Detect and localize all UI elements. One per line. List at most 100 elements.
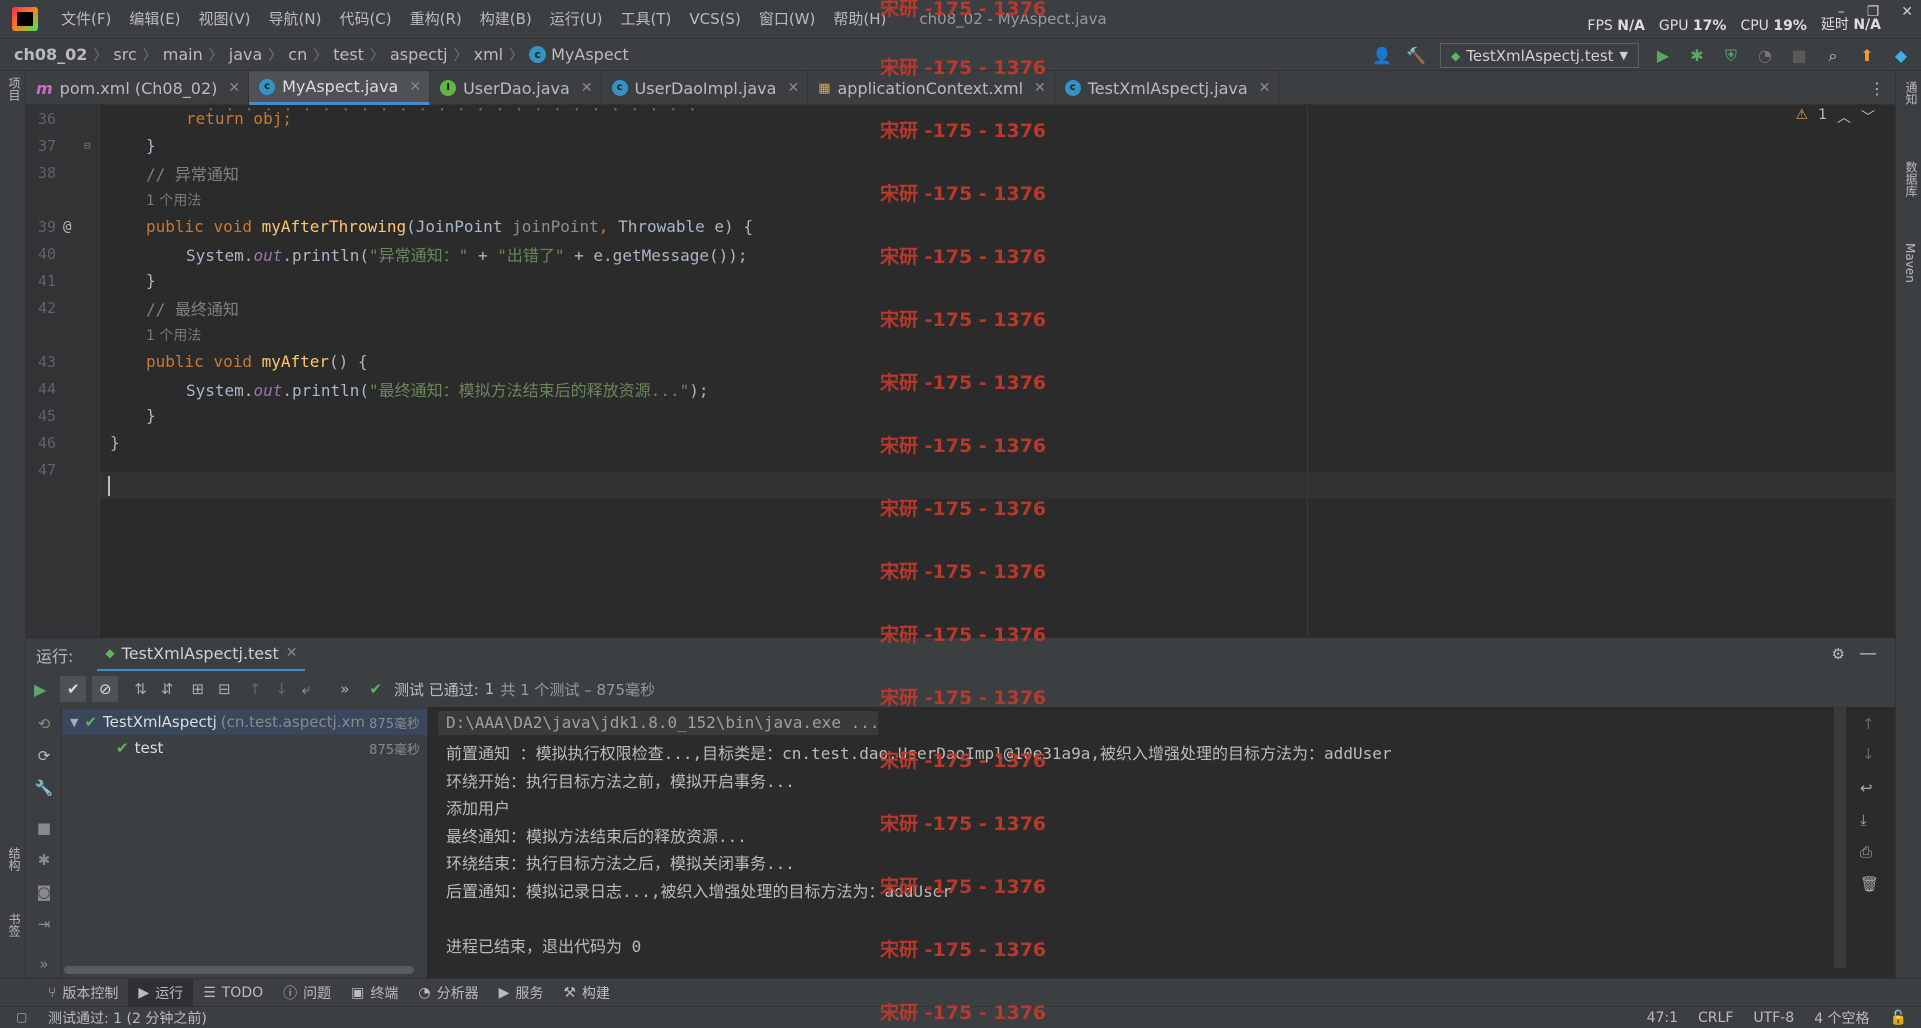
breadcrumb-src[interactable]: src	[113, 45, 136, 64]
vertical-scrollbar[interactable]	[1834, 707, 1846, 968]
close-icon[interactable]: ✕	[1259, 80, 1271, 96]
menu-vcs[interactable]: VCS(S)	[680, 0, 749, 38]
run-icon[interactable]: ▶	[1653, 46, 1673, 66]
close-icon[interactable]: ✕	[409, 79, 421, 95]
build-hammer-icon[interactable]: 🔨	[1406, 46, 1426, 66]
toolwindow-todo[interactable]: ☰ TODO	[193, 979, 273, 1007]
toolwindow-terminal[interactable]: ▣ 终端	[341, 979, 408, 1007]
toolwindow-build[interactable]: ⚒ 构建	[553, 979, 620, 1007]
menu-tools[interactable]: 工具(T)	[611, 0, 680, 38]
plugin-logo-icon[interactable]: ◆	[1891, 46, 1911, 66]
horizontal-scrollbar[interactable]	[64, 966, 414, 974]
bookmarks-tool-button[interactable]: 书签	[6, 913, 23, 937]
database-tool-button[interactable]: 数据库	[1903, 161, 1920, 197]
tree-node-test[interactable]: ✔ test 875毫秒	[62, 735, 428, 761]
arrow-down-icon[interactable]: ↓	[1862, 745, 1875, 763]
panel-toggle-icon[interactable]: ▢	[16, 1010, 27, 1024]
tab-pom-xml[interactable]: m pom.xml (Ch08_02) ✕	[26, 71, 250, 105]
gear-icon[interactable]: ⚙	[1832, 645, 1845, 663]
rerun-failed-icon[interactable]: ⟲	[34, 715, 54, 735]
breadcrumb-test[interactable]: test	[333, 45, 364, 64]
project-tool-button[interactable]: 项目	[6, 77, 23, 101]
toolwindow-services[interactable]: ▶ 服务	[489, 979, 554, 1007]
toolwindow-profiler[interactable]: ◔ 分析器	[408, 979, 488, 1007]
breadcrumb-class[interactable]: c MyAspect	[529, 45, 629, 64]
breadcrumb-project[interactable]: ch08_02	[14, 45, 87, 64]
menu-edit[interactable]: 编辑(E)	[120, 0, 189, 38]
sort-duration-icon[interactable]: ⇵	[161, 680, 174, 698]
arrow-up-icon[interactable]: ↑	[249, 680, 262, 698]
exit-icon[interactable]: ⇥	[34, 915, 54, 935]
show-ignored-icon[interactable]: ⊘	[92, 676, 119, 702]
print-icon[interactable]: ⎙	[1860, 843, 1872, 861]
menu-file[interactable]: 文件(F)	[52, 0, 120, 38]
toolwindow-problems[interactable]: ⓘ 问题	[273, 979, 341, 1007]
menu-window[interactable]: 窗口(W)	[750, 0, 825, 38]
usages-hint[interactable]: 1 个用法	[146, 325, 201, 345]
caret-position[interactable]: 47:1	[1647, 1010, 1678, 1026]
close-icon[interactable]: ✕	[581, 80, 593, 96]
arrow-down-icon[interactable]: ↓	[275, 680, 288, 698]
toolwindow-run[interactable]: ▶ 运行	[128, 978, 194, 1007]
profile-icon[interactable]: ◔	[1755, 46, 1775, 66]
tab-userdao-java[interactable]: I UserDao.java ✕	[430, 71, 602, 105]
file-encoding[interactable]: UTF-8	[1753, 1010, 1794, 1026]
collapse-all-icon[interactable]: ⊟	[218, 680, 231, 698]
lock-icon[interactable]: 🔓	[1890, 1010, 1907, 1026]
rerun-icon[interactable]: ▶	[34, 680, 46, 699]
minimize-icon[interactable]: –	[1838, 4, 1845, 20]
menu-build[interactable]: 构建(B)	[471, 0, 541, 38]
chevron-down-icon[interactable]: ▼	[70, 716, 78, 729]
breadcrumb-aspectj[interactable]: aspectj	[390, 45, 448, 64]
tree-node-testxmlaspectj[interactable]: ▼ ✔ TestXmlAspectj (cn.test.aspectj.xm 8…	[62, 709, 428, 735]
soft-wrap-icon[interactable]: ↩	[1860, 779, 1873, 797]
search-icon[interactable]: ⌕	[1823, 46, 1843, 66]
close-icon[interactable]: ✕	[1901, 4, 1913, 20]
coverage-icon[interactable]: ⛨	[1721, 46, 1741, 66]
indent-setting[interactable]: 4 个空格	[1814, 1008, 1869, 1028]
run-config-select[interactable]: ◆ TestXmlAspectj.test ▼	[1440, 43, 1639, 68]
minimize-panel-icon[interactable]: —	[1859, 643, 1877, 664]
sort-alpha-icon[interactable]: ⇅	[134, 680, 147, 698]
debug-icon[interactable]: ✱	[1687, 46, 1707, 66]
usages-hint[interactable]: 1 个用法	[146, 190, 201, 210]
status-message[interactable]: 测试通过: 1 (2 分钟之前)	[48, 1008, 207, 1028]
user-icon[interactable]: 👤	[1372, 46, 1392, 66]
code-editor[interactable]: ⚠ 1 ︿ ﹀ · · · · · · · · · · · · · · · · …	[26, 105, 1895, 637]
toolwindow-vcs[interactable]: ⑂ 版本控制	[38, 979, 128, 1007]
maximize-icon[interactable]: ❐	[1867, 4, 1880, 20]
show-passed-icon[interactable]: ✔	[60, 676, 87, 702]
stop-icon[interactable]: ■	[1789, 46, 1809, 66]
tab-userdaoimpl-java[interactable]: c UserDaoImpl.java ✕	[602, 71, 809, 105]
tab-applicationcontext-xml[interactable]: ▦ applicationContext.xml ✕	[808, 71, 1055, 105]
menu-view[interactable]: 视图(V)	[190, 0, 260, 38]
camera-icon[interactable]: ◙	[34, 883, 54, 903]
notifications-tool-button[interactable]: 通知	[1903, 81, 1920, 105]
more-chevron-icon[interactable]: »	[340, 680, 349, 698]
wrench-icon[interactable]: 🔧	[34, 779, 54, 799]
tab-testxmlaspectj-java[interactable]: c TestXmlAspectj.java ✕	[1055, 71, 1280, 105]
annotation-at-icon[interactable]: @	[63, 219, 71, 235]
trash-icon[interactable]: 🗑	[1860, 875, 1879, 893]
close-icon[interactable]: ✕	[787, 80, 799, 96]
stop-icon[interactable]: ■	[34, 819, 54, 839]
more-chevron-icon[interactable]: »	[34, 955, 54, 975]
breadcrumb-cn[interactable]: cn	[288, 45, 307, 64]
maven-tool-button[interactable]: Maven	[1903, 243, 1917, 283]
run-tab[interactable]: ◆ TestXmlAspectj.test ✕	[97, 638, 306, 672]
update-icon[interactable]: ⬆	[1857, 46, 1877, 66]
console-output[interactable]: D:\AAA\DA2\java\jdk1.8.0_152\bin\java.ex…	[428, 707, 1846, 978]
menu-code[interactable]: 代码(C)	[330, 0, 400, 38]
console-line-command[interactable]: D:\AAA\DA2\java\jdk1.8.0_152\bin\java.ex…	[446, 713, 879, 732]
breadcrumb-main[interactable]: main	[163, 45, 203, 64]
menu-refactor[interactable]: 重构(R)	[401, 0, 471, 38]
close-icon[interactable]: ✕	[286, 645, 298, 661]
breadcrumb-xml[interactable]: xml	[474, 45, 504, 64]
close-icon[interactable]: ✕	[1034, 80, 1046, 96]
scroll-to-end-icon[interactable]: ⤓	[1860, 811, 1867, 829]
toggle-autotest-icon[interactable]: ⟳	[34, 747, 54, 767]
expand-all-icon[interactable]: ⊞	[191, 680, 204, 698]
close-icon[interactable]: ✕	[228, 80, 240, 96]
structure-tool-button[interactable]: 结构	[6, 847, 23, 871]
menu-run[interactable]: 运行(U)	[541, 0, 612, 38]
